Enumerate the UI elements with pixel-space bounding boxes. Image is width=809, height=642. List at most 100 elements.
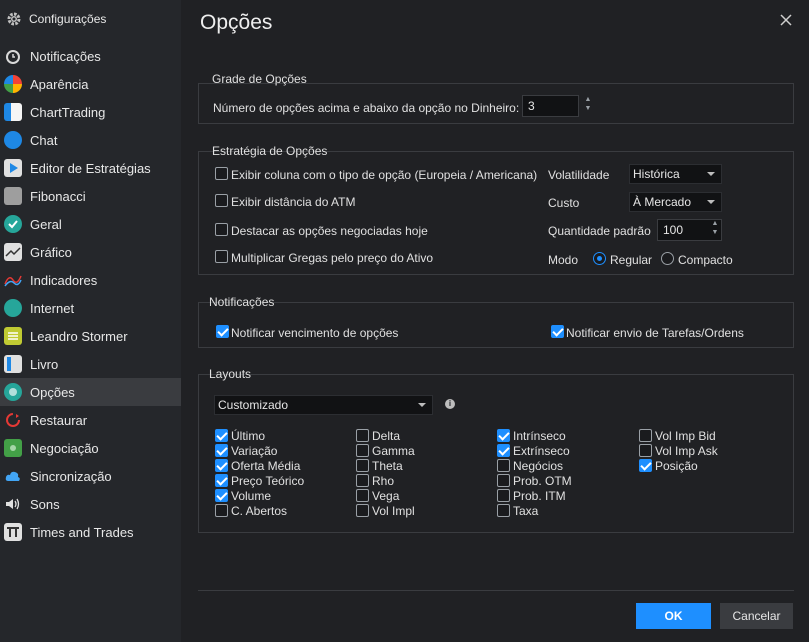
notificar-vencimento-checkbox[interactable] [216, 325, 229, 338]
layout-column-checkbox[interactable] [215, 474, 228, 487]
notificar-envio-label: Notificar envio de Tarefas/Ordens [566, 326, 744, 340]
modo-compacto-label: Compacto [678, 253, 733, 267]
layout-column-checkbox[interactable] [497, 444, 510, 457]
sidebar-item-aparência[interactable]: Aparência [0, 70, 181, 98]
sidebar-item-label: Livro [30, 356, 59, 372]
notificar-envio-checkbox[interactable] [551, 325, 564, 338]
sidebar-item-label: Gráfico [30, 244, 72, 260]
layout-column-label: Taxa [513, 504, 539, 518]
notificacoes-section-title: Notificações [209, 295, 275, 309]
modo-compacto-radio[interactable] [661, 252, 674, 265]
chart-trading-icon [4, 103, 22, 121]
estrategia-checkbox-label: Destacar as opções negociadas hoje [231, 224, 428, 238]
layout-column-label: Extrínseco [513, 444, 570, 458]
layout-column-checkbox[interactable] [639, 459, 652, 472]
estrategia-checkbox-1[interactable] [215, 167, 228, 180]
cloud-icon [4, 467, 22, 485]
layout-column-checkbox[interactable] [639, 444, 652, 457]
grade-section-title: Grade de Opções [212, 72, 307, 86]
list-icon [4, 327, 22, 345]
chat-icon [4, 131, 22, 149]
sidebar-item-label: Opções [30, 384, 75, 400]
sidebar-item-chat[interactable]: Chat [0, 126, 181, 154]
sidebar-item-notificações[interactable]: Notificações [0, 42, 181, 70]
sidebar-item-sincronização[interactable]: Sincronização [0, 462, 181, 490]
sidebar-item-sons[interactable]: Sons [0, 490, 181, 518]
layout-column-checkbox[interactable] [356, 429, 369, 442]
layout-column-label: Delta [372, 429, 401, 443]
color-wheel-icon [4, 75, 22, 93]
layout-column-label: Último [231, 429, 266, 443]
layout-column-label: Posição [655, 459, 698, 473]
sidebar-item-geral[interactable]: Geral [0, 210, 181, 238]
sidebar-item-charttrading[interactable]: ChartTrading [0, 98, 181, 126]
estrategia-checkbox-label: Exibir distância do ATM [231, 195, 356, 209]
layout-column-checkbox[interactable] [639, 429, 652, 442]
ok-button[interactable]: OK [636, 603, 711, 629]
volatilidade-label: Volatilidade [548, 168, 610, 182]
estrategia-checkbox-3[interactable] [215, 223, 228, 236]
sidebar-item-label: Notificações [30, 48, 101, 64]
layout-column-label: Negócios [513, 459, 564, 473]
gear-icon [7, 12, 21, 26]
layout-select-value: Customizado [218, 398, 289, 412]
close-icon[interactable] [779, 13, 793, 27]
sidebar-item-label: Restaurar [30, 412, 88, 428]
layout-column-checkbox[interactable] [215, 444, 228, 457]
layout-column-checkbox[interactable] [215, 489, 228, 502]
estrategia-checkbox-4[interactable] [215, 250, 228, 263]
globe-icon [4, 299, 22, 317]
sidebar-item-label: Geral [30, 216, 62, 232]
sidebar-item-livro[interactable]: Livro [0, 350, 181, 378]
grade-count-input[interactable]: 3 [522, 95, 579, 117]
estrategia-checkbox-2[interactable] [215, 194, 228, 207]
quantidade-label: Quantidade padrão [548, 224, 651, 238]
sidebar-item-times-and-trades[interactable]: Times and Trades [0, 518, 181, 546]
layout-column-label: Volume [231, 489, 272, 503]
layout-column-checkbox[interactable] [356, 474, 369, 487]
layout-column-label: Variação [231, 444, 278, 458]
sidebar-item-restaurar[interactable]: Restaurar [0, 406, 181, 434]
sidebar-item-internet[interactable]: Internet [0, 294, 181, 322]
cancel-button[interactable]: Cancelar [720, 603, 793, 629]
speaker-icon [4, 495, 22, 513]
sidebar-header-label: Configurações [29, 12, 107, 26]
page-title: Opções [200, 11, 273, 34]
sidebar-item-fibonacci[interactable]: Fibonacci [0, 182, 181, 210]
volatilidade-select[interactable]: Histórica [629, 164, 722, 184]
layout-column-checkbox[interactable] [356, 459, 369, 472]
sidebar-item-label: Editor de Estratégias [30, 160, 151, 176]
chevron-down-icon [707, 200, 715, 204]
layout-column-checkbox[interactable] [215, 429, 228, 442]
sidebar-item-editor-de-estratégias[interactable]: Editor de Estratégias [0, 154, 181, 182]
settings-sidebar: Configurações Notificações Aparência Chart… [0, 0, 181, 642]
layout-column-checkbox[interactable] [497, 474, 510, 487]
layout-column-checkbox[interactable] [215, 459, 228, 472]
sidebar-item-negociação[interactable]: Negociação [0, 434, 181, 462]
play-icon [4, 159, 22, 177]
layout-column-checkbox[interactable] [356, 489, 369, 502]
layout-column-checkbox[interactable] [356, 504, 369, 517]
sidebar-item-indicadores[interactable]: Indicadores [0, 266, 181, 294]
layout-column-checkbox[interactable] [356, 444, 369, 457]
modo-regular-radio[interactable] [593, 252, 606, 265]
layout-select[interactable]: Customizado [214, 395, 433, 415]
layout-column-label: Theta [372, 459, 403, 473]
info-icon[interactable]: i [445, 399, 455, 409]
layout-column-checkbox[interactable] [497, 489, 510, 502]
sidebar-item-label: Aparência [30, 76, 89, 92]
chevron-down-icon [418, 403, 426, 407]
grade-count-stepper[interactable]: ▲ ▼ [583, 95, 593, 117]
sidebar-item-gráfico[interactable]: Gráfico [0, 238, 181, 266]
sidebar-header: Configurações [0, 0, 181, 38]
layout-column-checkbox[interactable] [497, 429, 510, 442]
sidebar-item-label: Times and Trades [30, 524, 134, 540]
quantidade-stepper[interactable]: ▲ ▼ [710, 219, 720, 241]
layout-column-checkbox[interactable] [497, 459, 510, 472]
layout-column-checkbox[interactable] [215, 504, 228, 517]
sidebar-item-leandro-stormer[interactable]: Leandro Stormer [0, 322, 181, 350]
layout-column-checkbox[interactable] [497, 504, 510, 517]
sidebar-item-opções[interactable]: Opções [0, 378, 181, 406]
custo-select[interactable]: À Mercado [629, 192, 722, 212]
estrategia-checkbox-label: Exibir coluna com o tipo de opção (Europ… [231, 168, 538, 182]
